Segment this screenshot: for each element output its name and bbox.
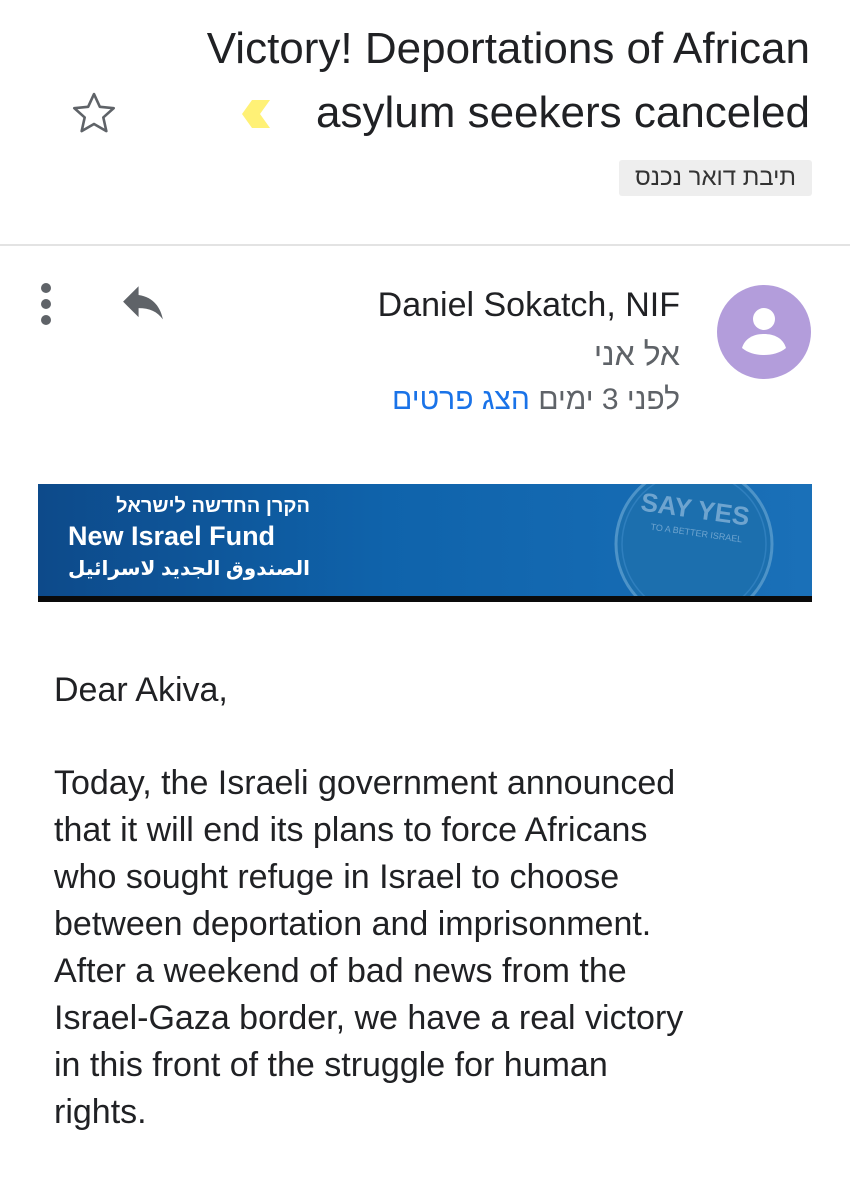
- inbox-label-chip[interactable]: תיבת דואר נכנס: [618, 160, 812, 196]
- reply-icon[interactable]: [116, 284, 170, 326]
- say-yes-seal-icon: SAY YES TO A BETTER ISRAEL: [614, 484, 774, 602]
- banner-english-name: New Israel Fund: [68, 521, 276, 551]
- importance-marker-icon[interactable]: [238, 96, 274, 132]
- received-time: לפני 3 ימים: [538, 383, 680, 416]
- body-line: between deportation and imprisonment.: [54, 905, 652, 943]
- sender-name[interactable]: Daniel Sokatch, NIF: [378, 283, 680, 327]
- avatar[interactable]: [717, 285, 811, 379]
- subject-title-line-1: Victory! Deportations of African: [206, 24, 810, 73]
- nif-banner[interactable]: הקרן החדשה לישראל New Israel Fund الصندو…: [38, 484, 812, 602]
- body-line: Israel-Gaza border, we have a real victo…: [54, 999, 684, 1037]
- subject-title-line-2: asylum seekers canceled: [315, 88, 810, 137]
- person-icon: [734, 300, 794, 365]
- show-details-link[interactable]: הצג פרטים: [392, 383, 530, 416]
- body-line: in this front of the struggle for human: [54, 1046, 608, 1084]
- banner-hebrew-name: הקרן החדשה לישראל: [116, 495, 310, 517]
- body-paragraph: Today, the Israeli government announced …: [54, 760, 814, 1136]
- star-icon[interactable]: [68, 88, 120, 140]
- banner-arabic-name: الصندوق الجديد لاسرائيل: [68, 558, 310, 580]
- body-line: that it will end its plans to force Afri…: [54, 811, 648, 849]
- email-view: Victory! Deportations of African asylum …: [0, 0, 850, 1200]
- email-body: Dear Akiva, Today, the Israeli governmen…: [54, 667, 814, 1136]
- message-meta: לפני 3 ימים הצג פרטים: [392, 379, 680, 421]
- banner-bottom-border: [38, 596, 812, 602]
- greeting: Dear Akiva,: [54, 671, 228, 709]
- subject-header: Victory! Deportations of African asylum …: [0, 0, 850, 245]
- body-line: who sought refuge in Israel to choose: [54, 858, 620, 896]
- body-line: Today, the Israeli government announced: [54, 764, 676, 802]
- body-line: After a weekend of bad news from the: [54, 952, 627, 990]
- body-line: rights.: [54, 1093, 147, 1131]
- divider: [0, 244, 850, 246]
- recipient-line: אל אני: [593, 336, 680, 372]
- more-vert-icon[interactable]: [32, 282, 60, 326]
